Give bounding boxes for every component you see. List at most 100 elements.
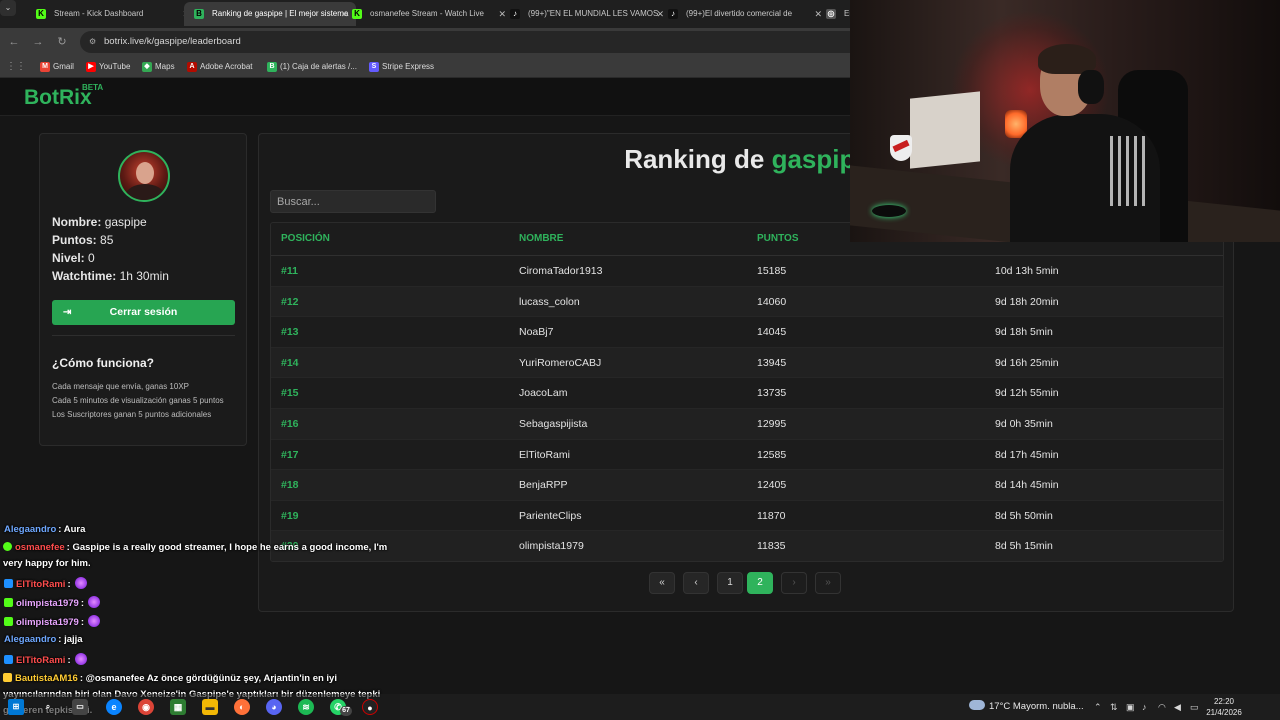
tab-title: Stream - Kick Dashboard <box>54 9 144 18</box>
points-cell: 11835 <box>757 540 786 553</box>
tiktok-icon: ♪ <box>668 9 678 19</box>
table-row: #16 Sebagaspijista 12995 9d 0h 35min <box>271 409 1223 440</box>
browser-tab-active[interactable]: B Ranking de gaspipe | El mejor sistema … <box>184 2 356 26</box>
emote-icon <box>88 596 101 608</box>
prev-page-button[interactable]: ‹ <box>683 572 709 594</box>
first-page-button[interactable]: « <box>649 572 675 594</box>
chat-message: olimpista1979: <box>4 596 101 609</box>
bookmark-youtube[interactable]: ▶ YouTube <box>86 56 130 78</box>
table-row: #19 ParienteClips 11870 8d 5h 50min <box>271 501 1223 532</box>
bookmark-maps[interactable]: ◆ Maps <box>142 56 175 78</box>
position-cell: #12 <box>281 295 299 308</box>
table-row: #14 YuriRomeroCABJ 13945 9d 16h 25min <box>271 347 1223 379</box>
wifi-icon[interactable]: ◠ <box>1158 694 1166 720</box>
gaming-mouse <box>872 205 906 217</box>
chat-text: : <box>80 598 85 609</box>
back-icon[interactable]: ← <box>6 34 22 50</box>
url-text: botrix.live/k/gaspipe/leaderboard <box>104 36 241 47</box>
chat-username: BautistaAM16 <box>15 673 78 684</box>
forward-icon[interactable]: → <box>30 34 46 50</box>
maps-icon: ◆ <box>142 62 152 72</box>
chrome-icon[interactable]: ◉ <box>138 699 154 715</box>
bookmark-label: YouTube <box>99 62 131 71</box>
column-header-name[interactable]: NOMBRE <box>519 233 563 244</box>
discord-icon[interactable]: ◕ <box>266 699 282 715</box>
bookmark-label: Adobe Acrobat <box>200 62 253 71</box>
botrix-icon: B <box>267 62 277 72</box>
spotify-icon[interactable]: ≋ <box>298 699 314 715</box>
clock-time: 22:20 <box>1213 697 1235 706</box>
tab-search-button[interactable]: ⌄ <box>0 0 16 16</box>
file-explorer-icon[interactable]: ▬ <box>202 699 218 715</box>
points-cell: 11870 <box>757 509 786 522</box>
system-clock[interactable]: 22:20 21/4/2026 <box>1204 696 1244 718</box>
browser-tab[interactable]: K osmanefee Stream - Watch Live ✕ <box>342 2 514 26</box>
weather-widget[interactable]: 17°C Mayorm. nubla... <box>969 694 1084 720</box>
bookmark-label: Gmail <box>53 62 74 71</box>
headset-icon <box>1078 70 1104 104</box>
table-row: #12 lucass_colon 14060 9d 18h 20min <box>271 286 1223 318</box>
logout-button[interactable]: ⇥ Cerrar sesión <box>52 300 235 325</box>
browser-tab[interactable]: ♪ (99+)El divertido comercial de ✕ <box>658 2 830 26</box>
column-header-position[interactable]: POSICIÓN <box>281 233 330 244</box>
browser-tab[interactable]: ♪ (99+)"EN EL MUNDIAL LES VAMOS ✕ <box>500 2 672 26</box>
tiktok-icon: ♪ <box>510 9 520 19</box>
store-icon[interactable]: ▦ <box>170 699 186 715</box>
site-info-icon[interactable]: ⚙ <box>89 31 96 53</box>
last-page-button[interactable]: » <box>815 572 841 594</box>
chat-username: osmanefee <box>15 542 65 553</box>
bookmark-gmail[interactable]: M Gmail <box>40 56 74 78</box>
reload-icon[interactable]: ↻ <box>54 34 70 50</box>
chat-message: Alegaandro: Aura <box>4 524 85 535</box>
chat-username: olimpista1979 <box>16 617 79 628</box>
windows-start-icon[interactable]: ⊞ <box>8 699 24 715</box>
level-value: 0 <box>88 251 95 265</box>
name-cell: YuriRomeroCABJ <box>519 356 602 369</box>
browser-tab[interactable]: K Stream - Kick Dashboard ✕ <box>26 2 198 26</box>
cloud-icon <box>969 700 985 710</box>
page-1-button[interactable]: 1 <box>717 572 743 594</box>
stripe-icon: S <box>369 62 379 72</box>
microphone-icon[interactable]: ♪ <box>1142 694 1147 720</box>
task-view-icon[interactable]: ▭ <box>72 699 88 715</box>
search-input[interactable] <box>270 190 436 213</box>
page-2-button[interactable]: 2 <box>747 572 773 594</box>
firefox-icon[interactable]: ◐ <box>234 699 250 715</box>
bookmark-label: Stripe Express <box>382 62 435 71</box>
watchtime-cell: 9d 12h 55min <box>995 387 1059 400</box>
watchtime-cell: 9d 18h 5min <box>995 326 1053 339</box>
divider <box>52 335 235 336</box>
column-header-points[interactable]: PUNTOS <box>757 233 799 244</box>
battery-icon[interactable]: ▭ <box>1190 694 1199 720</box>
obs-icon[interactable]: ● <box>362 699 378 715</box>
bookmark-alerts[interactable]: B (1) Caja de alertas /... <box>267 56 357 78</box>
webcam-overlay <box>850 0 1280 242</box>
edge-icon[interactable]: e <box>106 699 122 715</box>
search-icon[interactable]: ⌕ <box>40 699 56 715</box>
bookmark-adobe-acrobat[interactable]: A Adobe Acrobat <box>187 56 252 78</box>
points-cell: 15185 <box>757 265 787 277</box>
watchtime-cell: 9d 0h 35min <box>995 418 1053 430</box>
points-cell: 13735 <box>757 387 787 400</box>
chevron-up-icon[interactable]: ⌃ <box>1094 694 1102 720</box>
network-icon[interactable]: ⇅ <box>1110 694 1118 720</box>
subscriber-badge-icon <box>4 655 13 664</box>
position-cell: #13 <box>281 326 299 339</box>
next-page-button[interactable]: › <box>781 572 807 594</box>
bookmark-stripe[interactable]: S Stripe Express <box>369 56 434 78</box>
position-cell: #16 <box>281 418 299 430</box>
table-row: #18 BenjaRPP 12405 8d 14h 45min <box>271 470 1223 501</box>
chat-text: : <box>80 617 85 628</box>
tab-title: (99+)"EN EL MUNDIAL LES VAMOS <box>528 9 659 18</box>
defender-icon[interactable]: ▣ <box>1126 694 1135 720</box>
chat-message: Alegaandro: jajja <box>4 634 83 645</box>
chat-text: : <box>67 655 71 666</box>
emote-icon <box>74 577 87 589</box>
points-cell: 12405 <box>757 479 787 492</box>
notification-count-badge: 67 <box>340 706 352 716</box>
volume-icon[interactable]: ◀ <box>1174 694 1181 720</box>
chat-message: ElTitoRami: <box>4 653 87 666</box>
points-value: 85 <box>100 233 114 247</box>
gift-badge-icon <box>3 673 12 682</box>
apps-grid-icon[interactable]: ⋮⋮ <box>6 59 26 75</box>
